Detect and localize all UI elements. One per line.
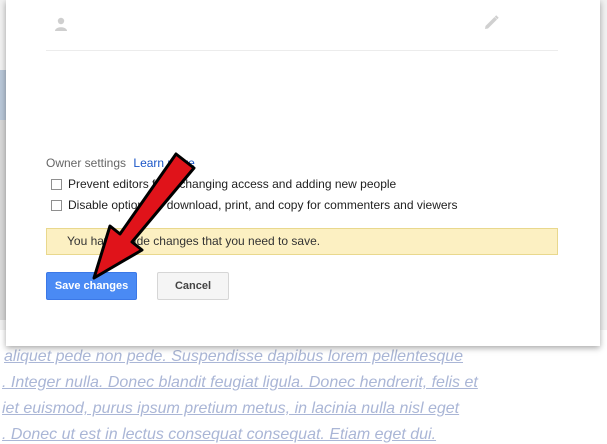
person-icon — [55, 17, 67, 31]
document-text-line: aliquet pede non pede. Suspendisse dapib… — [4, 348, 464, 365]
document-text-line: iet euismod, purus ipsum pretium metus, … — [2, 400, 460, 417]
collaborator-row — [46, 0, 558, 51]
disable-download-checkbox[interactable] — [51, 199, 62, 211]
pencil-icon[interactable] — [482, 14, 500, 32]
red-arrow-icon — [92, 152, 196, 280]
document-text-line: . Donec ut est in lectus consequat conse… — [2, 426, 437, 443]
prevent-editors-checkbox[interactable] — [51, 178, 62, 190]
red-arrow-annotation — [92, 152, 196, 280]
document-text-line: . Integer nulla. Donec blandit feugiat l… — [2, 374, 478, 391]
